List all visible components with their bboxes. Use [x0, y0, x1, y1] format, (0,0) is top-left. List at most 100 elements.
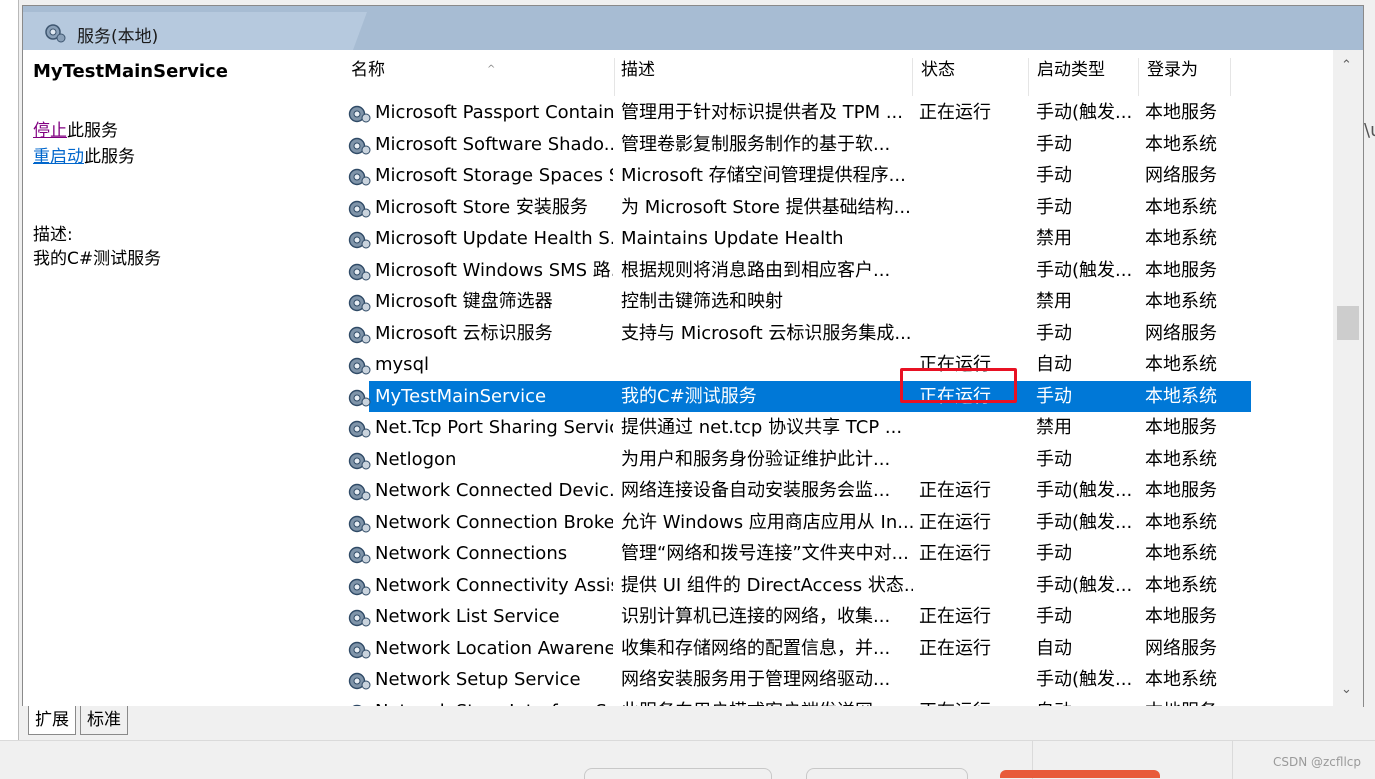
column-header-desc[interactable]: 描述	[613, 58, 913, 96]
service-gear-icon	[347, 418, 371, 438]
service-desc: 提供 UI 组件的 DirectAccess 状态...	[621, 574, 913, 596]
left-window-edge	[0, 0, 19, 740]
service-gear-icon	[347, 387, 371, 407]
column-header-status[interactable]: 状态	[913, 58, 1029, 96]
service-type: 手动(触发...	[1036, 259, 1133, 281]
service-status: 正在运行	[919, 696, 1029, 707]
service-status: 正在运行	[919, 637, 991, 659]
service-login: 网络服务	[1145, 322, 1217, 344]
service-login: 本地系统	[1145, 228, 1217, 249]
service-desc: Maintains Update Health	[621, 228, 844, 249]
service-login: 本地服务	[1145, 606, 1217, 627]
service-row[interactable]: Microsoft 云标识服务 支持与 Microsoft 云标识服务集成... 手…	[329, 318, 1229, 349]
service-type: 禁用	[1036, 417, 1072, 438]
service-desc: 管理“网络和拨号连接”文件夹中对...	[621, 543, 909, 564]
service-login: 本地系统	[1145, 291, 1217, 312]
service-row[interactable]: Network Setup Service 网络安装服务用于管理网络驱动... 手动…	[329, 664, 1229, 695]
service-name: Network List Service	[375, 606, 560, 627]
service-gear-icon	[347, 513, 371, 533]
service-type: 禁用	[1036, 228, 1072, 249]
service-desc: 为 Microsoft Store 提供基础结构...	[621, 196, 911, 218]
vertical-scrollbar[interactable]: ⌃ ⌄	[1333, 50, 1363, 706]
service-row[interactable]: Network Connectivity Assis... 提供 UI 组件的 D…	[329, 570, 1229, 601]
service-gear-icon	[347, 481, 371, 501]
service-type: 手动(触发...	[1036, 669, 1133, 690]
service-desc: 网络连接设备自动安装服务会监...	[621, 480, 891, 501]
scrollbar-thumb[interactable]	[1337, 306, 1359, 340]
service-gear-icon	[347, 135, 371, 155]
service-name: Net.Tcp Port Sharing Service	[375, 417, 613, 438]
service-row[interactable]: Netlogon 为用户和服务身份验证维护此计... 手动 本地系统	[329, 444, 1229, 475]
service-row[interactable]: mysql 正在运行 自动 本地系统	[329, 349, 1229, 380]
service-type: 禁用	[1036, 291, 1072, 312]
services-window: 服务(本地) MyTestMainService 停止此服务 重启动此服务 描述…	[22, 5, 1364, 707]
services-gear-icon	[45, 24, 66, 43]
service-name: MyTestMainService	[375, 385, 547, 407]
offscreen-window-edge: \u200b	[1364, 120, 1375, 141]
service-row[interactable]: Microsoft Passport Container 管理用于针对标识提供者及…	[329, 97, 1229, 128]
service-name: Netlogon	[375, 448, 457, 470]
status-bar-divider	[1232, 741, 1233, 779]
service-desc: 收集和存储网络的配置信息，并...	[621, 637, 891, 659]
selected-service-name: MyTestMainService	[33, 61, 228, 82]
column-header-name[interactable]: 名称 ^	[343, 58, 615, 96]
panel-title: 服务(本地)	[77, 27, 159, 47]
service-status: 正在运行	[919, 102, 991, 123]
service-desc: 网络安装服务用于管理网络驱动...	[621, 669, 891, 690]
service-row[interactable]: Network Connections 管理“网络和拨号连接”文件夹中对... 正在…	[329, 538, 1229, 569]
tab-extended[interactable]: 扩展	[28, 706, 76, 735]
service-row[interactable]: Network Store Interface Se... 此服务向用户模式客户端…	[329, 696, 1229, 707]
service-row[interactable]: Microsoft Software Shado... 管理卷影复制服务制作的基于…	[329, 129, 1229, 160]
service-gear-icon	[347, 670, 371, 690]
service-gear-icon	[347, 103, 371, 123]
column-header-login[interactable]: 登录为	[1139, 58, 1231, 96]
stop-service-link[interactable]: 停止	[33, 121, 67, 141]
description-label: 描述:	[33, 225, 73, 245]
service-type: 手动(触发...	[1036, 480, 1133, 501]
sort-ascending-icon: ^	[487, 64, 496, 75]
service-gear-icon	[347, 261, 371, 281]
tab-standard[interactable]: 标准	[80, 706, 128, 735]
service-row[interactable]: Net.Tcp Port Sharing Service 提供通过 net.tcp…	[329, 412, 1229, 443]
service-login: 本地服务	[1145, 102, 1217, 123]
service-row[interactable]: Network Connection Broker 允许 Windows 应用商店…	[329, 507, 1229, 538]
service-desc: 我的C#测试服务	[621, 385, 757, 407]
service-login: 网络服务	[1145, 165, 1217, 186]
service-row[interactable]: Network List Service 识别计算机已连接的网络，收集... 正在运…	[329, 601, 1229, 632]
service-gear-icon	[347, 198, 371, 218]
service-row[interactable]: Microsoft Update Health S... Maintains Up…	[329, 223, 1229, 254]
service-row[interactable]: MyTestMainService 我的C#测试服务 正在运行 手动 本地系统	[348, 380, 1251, 412]
service-login: 本地服务	[1145, 480, 1217, 501]
service-gear-icon	[347, 639, 371, 659]
scroll-up-icon[interactable]: ⌃	[1341, 58, 1352, 73]
service-row[interactable]: Microsoft Storage Spaces S... Microsoft 存…	[329, 160, 1229, 191]
service-name: Microsoft Windows SMS 路...	[375, 259, 613, 281]
service-name: Network Store Interface Se...	[375, 696, 613, 707]
service-type: 手动	[1036, 543, 1072, 564]
column-header-start-type[interactable]: 启动类型	[1029, 58, 1139, 96]
service-gear-icon	[347, 324, 371, 344]
service-row[interactable]: Network Connected Devic... 网络连接设备自动安装服务会监…	[329, 475, 1229, 506]
service-type: 自动	[1036, 354, 1072, 375]
service-name: Microsoft Store 安装服务	[375, 196, 588, 218]
service-type: 手动	[1036, 165, 1072, 186]
service-status: 正在运行	[919, 543, 991, 564]
service-gear-icon	[347, 607, 371, 627]
service-row[interactable]: Network Location Awarene... 收集和存储网络的配置信息，…	[329, 633, 1229, 664]
header-tab	[23, 12, 367, 50]
service-type: 自动	[1036, 696, 1140, 707]
service-row[interactable]: Microsoft Windows SMS 路... 根据规则将消息路由到相应客户…	[329, 255, 1229, 286]
service-gear-icon	[347, 355, 371, 375]
stop-suffix: 此服务	[67, 121, 118, 141]
service-desc: Microsoft 存储空间管理提供程序...	[621, 165, 906, 186]
service-gear-icon	[347, 544, 371, 564]
service-login: 本地系统	[1145, 196, 1217, 218]
service-name: Network Connected Devic...	[375, 480, 613, 501]
panel-header: 服务(本地)	[23, 6, 1363, 50]
service-row[interactable]: Microsoft 键盘筛选器 控制击键筛选和映射 禁用 本地系统	[329, 286, 1229, 317]
scroll-down-icon[interactable]: ⌄	[1341, 682, 1352, 697]
service-type: 手动(触发...	[1036, 511, 1133, 533]
service-gear-icon	[347, 229, 371, 249]
restart-service-link[interactable]: 重启动	[33, 147, 84, 167]
service-row[interactable]: Microsoft Store 安装服务 为 Microsoft Store 提供…	[329, 192, 1229, 223]
